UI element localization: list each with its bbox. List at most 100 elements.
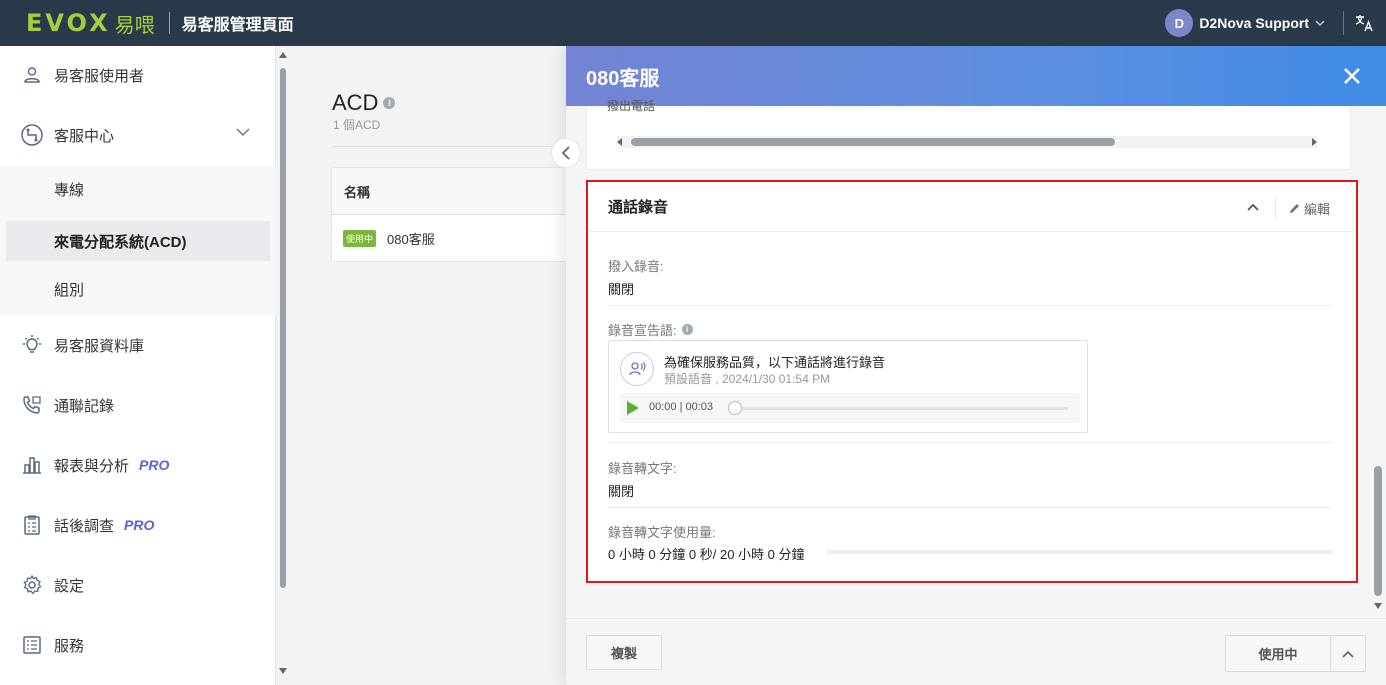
call-recording-section: 通話錄音 編輯 撥入錄音: 關閉 錄音宣告語: i 為確保服務品質，以下通話將進… (586, 180, 1358, 583)
sidebar-item-call-log[interactable]: 通聯記錄 (0, 380, 276, 430)
sidebar-item-label: 客服中心 (54, 127, 115, 145)
announcement-audio-card: 為確保服務品質，以下通話將進行錄音 預設語音 , 2024/1/30 01:54… (608, 340, 1088, 433)
lightbulb-icon (20, 333, 44, 357)
user-icon (20, 63, 44, 87)
page-title: 易客服管理頁面 (181, 17, 294, 34)
table-header-name[interactable]: 名稱 (332, 168, 580, 215)
logo-cn-text: 易喂 (114, 14, 155, 37)
acd-title: ACD (332, 90, 379, 115)
audio-player: 00:00 | 00:03 (620, 393, 1080, 423)
info-icon[interactable]: i (383, 97, 396, 109)
header-separator (1275, 197, 1276, 219)
status-badge: 使用中 (343, 230, 377, 247)
audio-time: 00:00 | 00:03 (649, 401, 714, 413)
service-icon (20, 633, 44, 657)
collapse-drawer-button[interactable] (551, 138, 581, 168)
info-icon[interactable]: i (681, 324, 693, 335)
transcription-usage-label: 錄音轉文字使用量: (608, 525, 716, 540)
sidebar-item-label: 話後調查 (54, 517, 115, 535)
sidebar-item-settings[interactable]: 設定 (0, 560, 276, 610)
transcription-value: 關閉 (608, 484, 635, 499)
bar-chart-icon (20, 453, 44, 477)
topbar-separator (1343, 11, 1344, 35)
chevron-up-icon (1342, 650, 1354, 658)
divider (608, 442, 1332, 443)
section-header: 通話錄音 編輯 (588, 182, 1356, 232)
avatar[interactable]: D (1165, 9, 1194, 37)
pro-badge: PRO (139, 457, 170, 473)
section-title: 通話錄音 (608, 199, 669, 216)
acd-table: 名稱 使用中 080客服 (331, 167, 581, 262)
acd-name[interactable]: 080客服 (387, 229, 435, 248)
edit-label: 編輯 (1303, 202, 1330, 217)
translate-icon[interactable] (1354, 13, 1374, 33)
edit-button[interactable]: 編輯 (1288, 199, 1330, 218)
acd-count: 1 個ACD (333, 118, 381, 132)
sidebar-item-survey[interactable]: 話後調查 PRO (0, 500, 276, 550)
call-center-submenu: 專線 來電分配系統(ACD) 組別 (0, 166, 276, 316)
phone-log-icon (20, 393, 44, 417)
gear-icon (20, 573, 44, 597)
sidebar-item-label: 報表與分析 (54, 457, 130, 475)
chevron-down-icon (236, 128, 250, 136)
chevron-left-icon (561, 146, 570, 160)
audio-progress-track[interactable] (732, 407, 1068, 410)
chevron-up-icon[interactable] (1246, 200, 1260, 214)
play-icon[interactable] (627, 401, 639, 415)
previous-section-text: 撥出電話 (607, 100, 656, 112)
sidebar: 易客服使用者 客服中心 專線 來電分配系統(ACD) 組別 易客服資料庫 通聯記… (0, 46, 276, 685)
divider (332, 146, 572, 147)
horizontal-scrollbar[interactable] (617, 136, 1317, 148)
drawer-header: 080客服 (566, 46, 1386, 106)
sidebar-item-users[interactable]: 易客服使用者 (0, 50, 276, 100)
top-bar: EVOX 易喂 易客服管理頁面 D D2Nova Support (0, 0, 1386, 46)
transcription-usage-value: 0 小時 0 分鐘 0 秒/ 20 小時 0 分鐘 (608, 547, 805, 562)
transcription-label: 錄音轉文字: (608, 461, 677, 476)
chevron-down-icon[interactable] (1315, 20, 1325, 26)
inbound-recording-label: 撥入錄音: (608, 259, 664, 274)
pencil-icon (1289, 204, 1299, 213)
drawer-scrollbar[interactable] (1374, 466, 1382, 596)
announcement-label-text: 錄音宣告語: (608, 323, 677, 338)
drawer-title: 080客服 (586, 67, 660, 90)
sidebar-item-service[interactable]: 服務 (0, 620, 276, 670)
sidebar-subitem-acd[interactable]: 來電分配系統(ACD) (6, 221, 270, 261)
logo-text: EVOX (26, 9, 111, 37)
survey-icon (20, 513, 44, 537)
usage-progress-bar (826, 550, 1332, 554)
sidebar-scrollbar[interactable] (280, 68, 286, 588)
drawer-footer: 複製 使用中 (566, 618, 1386, 685)
scroll-right-arrow[interactable] (1312, 138, 1317, 146)
drawer-scroll-down[interactable] (1374, 603, 1382, 609)
call-center-icon (20, 123, 44, 147)
sidebar-subitem-groups[interactable]: 組別 (6, 269, 270, 309)
divider (608, 305, 1332, 306)
pro-badge: PRO (124, 517, 155, 533)
status-button[interactable]: 使用中 (1225, 635, 1330, 672)
voice-speaker-icon (620, 352, 654, 386)
evox-logo[interactable]: EVOX 易喂 (26, 0, 155, 46)
sidebar-scroll-down[interactable] (279, 668, 287, 674)
inbound-recording-value: 關閉 (608, 282, 635, 297)
audio-meta: 預設語音 , 2024/1/30 01:54 PM (664, 372, 831, 386)
copy-button[interactable]: 複製 (586, 635, 662, 670)
close-icon[interactable] (1340, 64, 1364, 88)
divider (608, 507, 1332, 508)
table-row[interactable]: 使用中 080客服 (332, 215, 580, 262)
sidebar-item-label: 易客服使用者 (54, 67, 145, 85)
logo-separator (168, 12, 170, 34)
user-menu-button[interactable]: D2Nova Support (1199, 15, 1309, 31)
acd-heading: ACD i (332, 90, 396, 116)
sidebar-item-database[interactable]: 易客服資料庫 (0, 320, 276, 370)
sidebar-item-reports[interactable]: 報表與分析 PRO (0, 440, 276, 490)
sidebar-item-call-center[interactable]: 客服中心 (0, 110, 276, 160)
topbar-right: D D2Nova Support (1165, 0, 1386, 46)
status-dropdown-button[interactable] (1330, 635, 1366, 672)
sidebar-subitem-lines[interactable]: 專線 (6, 169, 270, 209)
audio-progress-knob[interactable] (728, 401, 742, 415)
scroll-left-arrow[interactable] (617, 138, 622, 146)
sidebar-scroll-up[interactable] (279, 52, 287, 58)
sidebar-item-label: 通聯記錄 (54, 397, 115, 415)
horizontal-scroll-thumb[interactable] (631, 138, 1115, 146)
sidebar-item-label: 服務 (54, 637, 85, 655)
